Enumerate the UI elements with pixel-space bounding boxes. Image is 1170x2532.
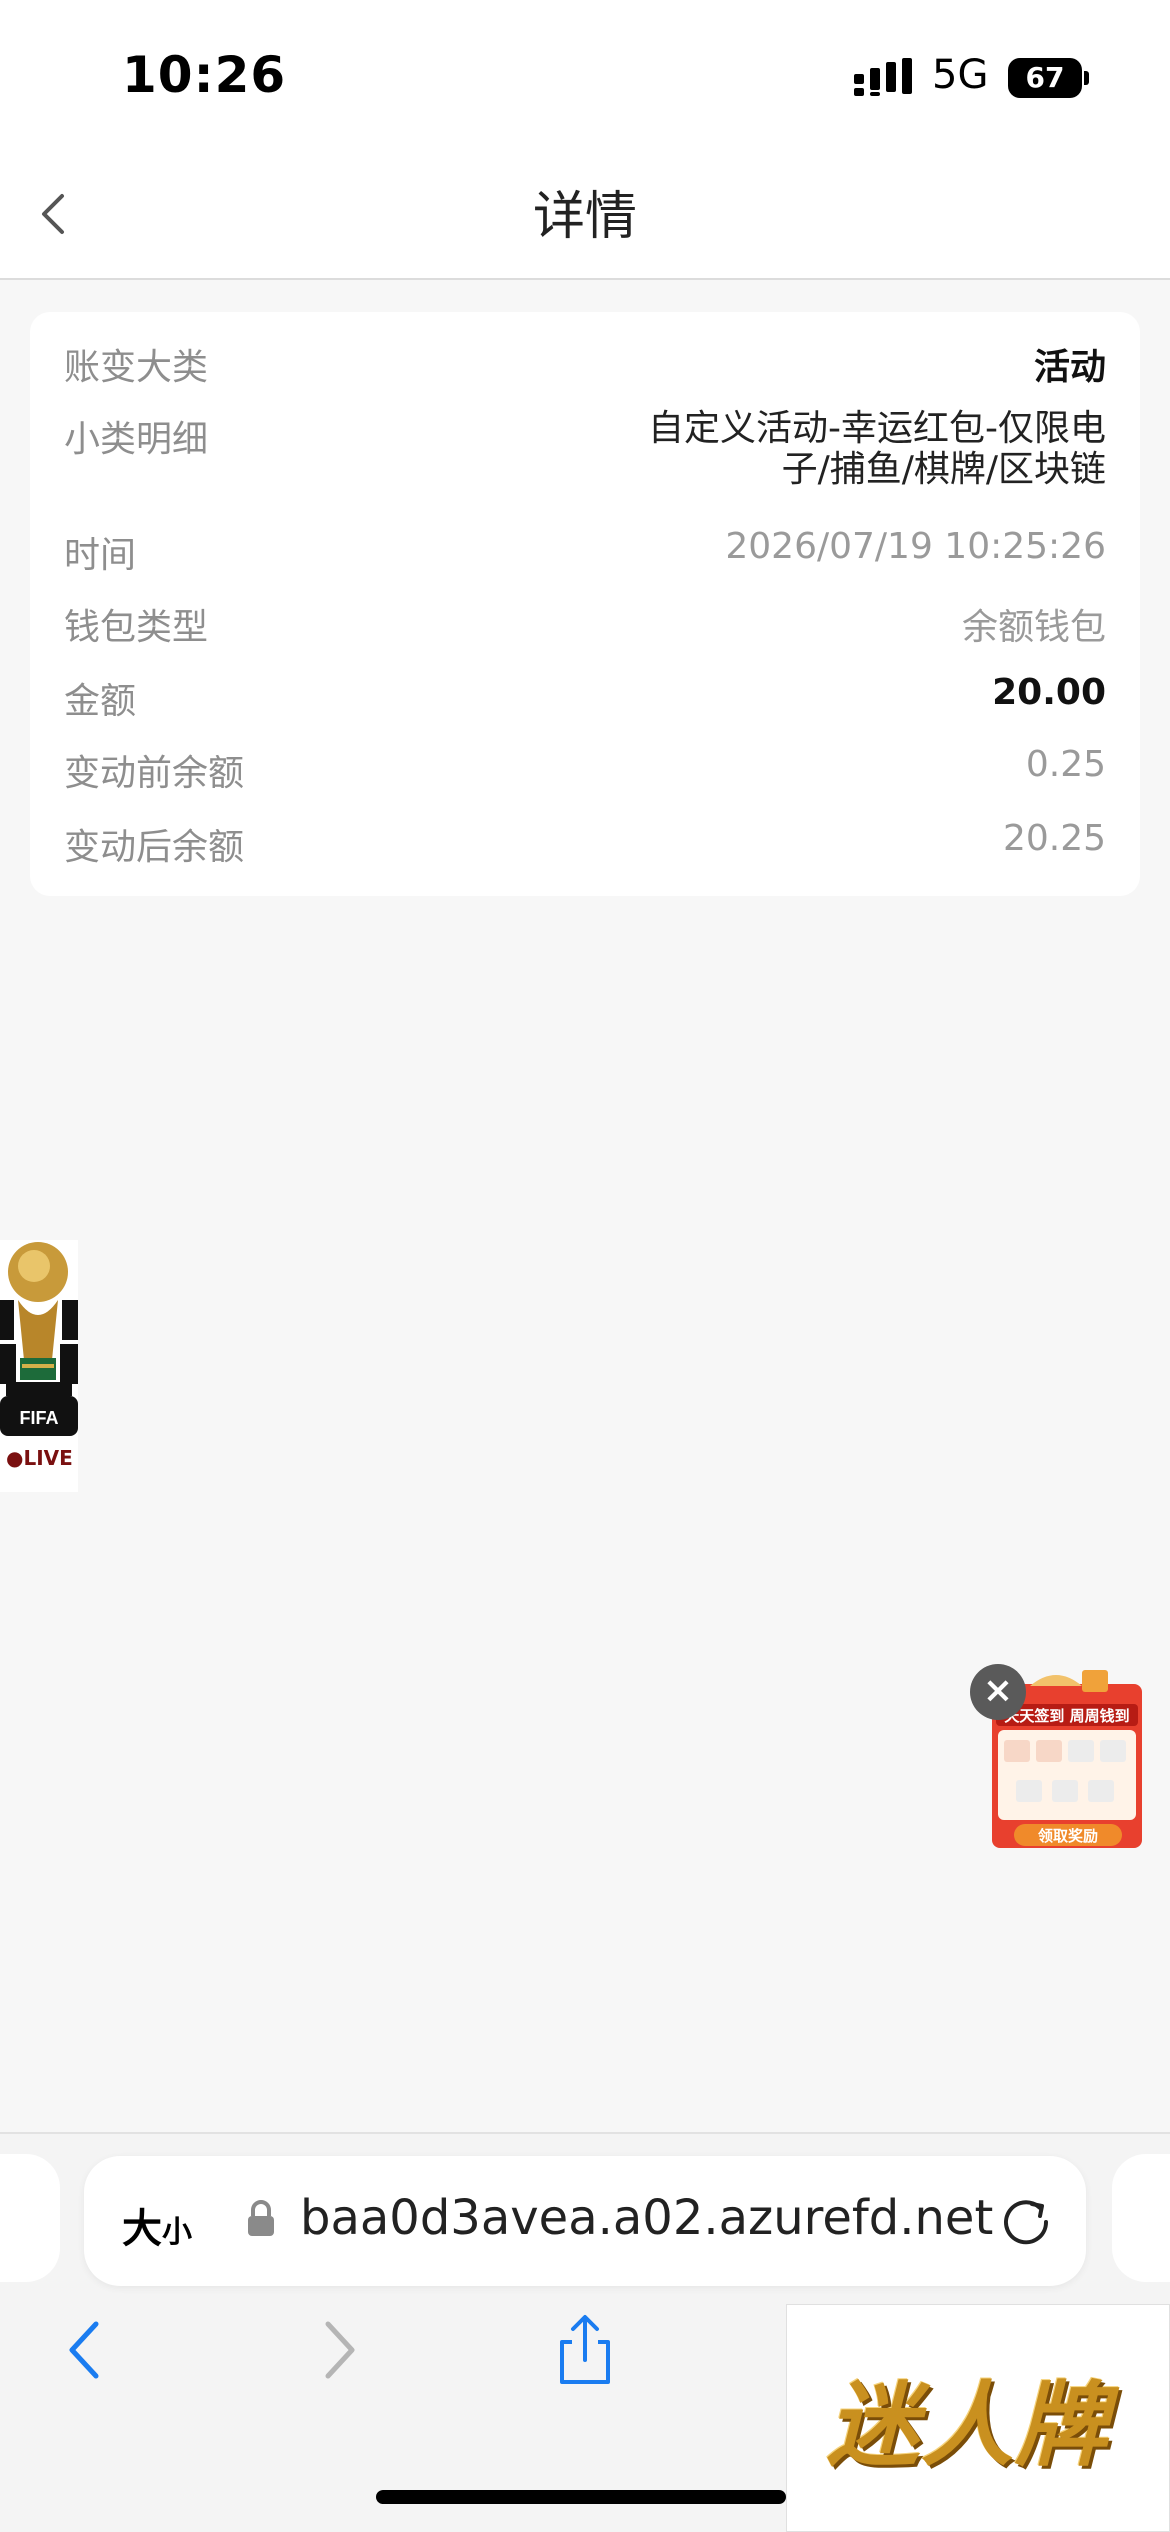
- time-value: 2026/07/19 10:25:26: [725, 526, 1106, 567]
- amount-value: 20.00: [992, 672, 1106, 713]
- balance-before-value: 0.25: [1025, 744, 1106, 785]
- checkin-promo-widget[interactable]: × 天天签到 周周钱到 领取奖励: [970, 1664, 1144, 1850]
- subcategory-line-1: 自定义活动-幸运红包-仅限电: [648, 408, 1106, 449]
- row-balance-after: 变动后余额 20.25: [64, 818, 1106, 878]
- category-label: 账变大类: [64, 347, 209, 388]
- fifa-badge-text: FIFA: [20, 1408, 59, 1428]
- world-cup-trophy-icon: FIFA: [0, 1242, 78, 1436]
- subcategory-line-2: 子/捕鱼/棋牌/区块链: [781, 449, 1106, 490]
- promo-claim-button: 领取奖励: [1037, 1827, 1098, 1845]
- promo-title: 天天签到 周周钱到: [1004, 1707, 1129, 1725]
- row-subcategory: 小类明细 自定义活动-幸运红包-仅限电 子/捕鱼/棋牌/区块链: [64, 408, 1106, 500]
- lock-icon: [248, 2200, 274, 2236]
- home-indicator: [376, 2490, 786, 2504]
- balance-after-label: 变动后余额: [64, 827, 245, 868]
- previous-tab-preview[interactable]: [0, 2154, 60, 2282]
- subcategory-label: 小类明细: [64, 419, 209, 460]
- signal-icon: [854, 58, 912, 96]
- text-size-big: 大: [122, 2206, 162, 2252]
- row-balance-before: 变动前余额 0.25: [64, 744, 1106, 804]
- time-label: 时间: [64, 535, 137, 576]
- detail-card: 账变大类 活动 小类明细 自定义活动-幸运红包-仅限电 子/捕鱼/棋牌/区块链 …: [30, 312, 1140, 896]
- url-text: baa0d3avea.a02.azurefd.net: [300, 2190, 994, 2246]
- amount-label: 金额: [64, 681, 137, 722]
- row-time: 时间 2026/07/19 10:25:26: [64, 526, 1106, 586]
- row-category: 账变大类 活动: [64, 338, 1106, 398]
- text-size-button[interactable]: 大小: [122, 2196, 192, 2254]
- balance-after-value: 20.25: [1002, 818, 1106, 859]
- share-icon[interactable]: [550, 2312, 620, 2388]
- battery-tip: [1084, 71, 1089, 85]
- ad-banner[interactable]: 迷人牌: [786, 2304, 1170, 2532]
- page-title: 详情: [532, 187, 637, 247]
- row-wallet-type: 钱包类型 余额钱包: [64, 598, 1106, 658]
- fifa-live-widget[interactable]: FIFA ●LIVE: [0, 1240, 78, 1492]
- status-time: 10:26: [122, 46, 287, 104]
- wallet-type-value: 余额钱包: [961, 607, 1106, 648]
- ad-text: 迷人牌: [827, 2372, 1110, 2479]
- close-icon[interactable]: ×: [970, 1664, 1026, 1720]
- address-bar[interactable]: 大小 baa0d3avea.a02.azurefd.net: [84, 2156, 1086, 2286]
- battery-icon: 67: [1008, 58, 1089, 98]
- category-value: 活动: [1033, 347, 1106, 388]
- network-type: 5G: [932, 52, 989, 98]
- balance-before-label: 变动前余额: [64, 753, 245, 794]
- forward-arrow-icon[interactable]: [304, 2312, 374, 2388]
- next-tab-preview[interactable]: [1112, 2154, 1170, 2282]
- nav-header: 详情: [0, 150, 1170, 280]
- back-arrow-icon[interactable]: [52, 2312, 122, 2388]
- live-label: ●LIVE: [6, 1446, 73, 1470]
- status-bar: 10:26 5G 67: [0, 0, 1170, 150]
- row-amount: 金额 20.00: [64, 672, 1106, 732]
- text-size-small: 小: [162, 2215, 192, 2250]
- subcategory-value: 自定义活动-幸运红包-仅限电 子/捕鱼/棋牌/区块链: [648, 408, 1106, 490]
- battery-level: 67: [1008, 58, 1082, 98]
- reload-icon[interactable]: [996, 2190, 1056, 2250]
- wallet-type-label: 钱包类型: [64, 607, 209, 648]
